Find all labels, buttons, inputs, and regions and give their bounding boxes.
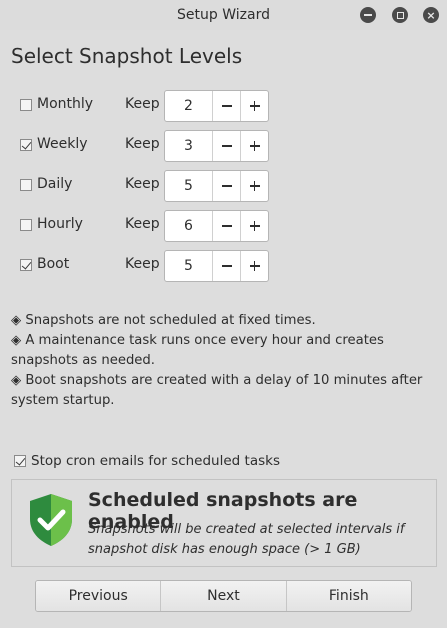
schedule-info: ◈ Snapshots are not scheduled at fixed t… (11, 311, 431, 411)
level-row-hourly: Hourly Keep 6 (20, 210, 280, 242)
keep-label: Keep (125, 136, 160, 152)
previous-button[interactable]: Previous (36, 581, 161, 611)
level-row-boot: Boot Keep 5 (20, 250, 280, 282)
keep-label: Keep (125, 176, 160, 192)
boot-keep-input[interactable]: 5 (165, 251, 212, 281)
boot-increment-button[interactable] (240, 251, 268, 281)
hourly-keep-input[interactable]: 6 (165, 211, 212, 241)
minus-icon (221, 265, 232, 267)
boot-decrement-button[interactable] (212, 251, 240, 281)
boot-label[interactable]: Boot (37, 256, 69, 272)
page-title: Select Snapshot Levels (11, 44, 243, 68)
level-row-daily: Daily Keep 5 (20, 170, 280, 202)
monthly-increment-button[interactable] (240, 91, 268, 121)
close-button[interactable]: × (423, 7, 439, 23)
stop-cron-emails-label[interactable]: Stop cron emails for scheduled tasks (31, 453, 280, 469)
info-line: ◈ Snapshots are not scheduled at fixed t… (11, 313, 316, 328)
weekly-decrement-button[interactable] (212, 131, 240, 161)
daily-keep-input[interactable]: 5 (165, 171, 212, 201)
shield-check-icon (30, 494, 72, 546)
monthly-decrement-button[interactable] (212, 91, 240, 121)
finish-button[interactable]: Finish (285, 581, 411, 611)
maximize-icon (396, 11, 404, 19)
plus-icon (249, 181, 260, 191)
window-title: Setup Wizard (177, 7, 270, 23)
weekly-label[interactable]: Weekly (37, 136, 88, 152)
minus-icon (221, 185, 232, 187)
info-line: ◈ Boot snapshots are created with a dela… (11, 373, 423, 408)
plus-icon (249, 101, 260, 111)
monthly-keep-spinner: 2 (164, 90, 269, 122)
minus-icon (221, 145, 232, 147)
hourly-checkbox[interactable] (20, 219, 32, 231)
cron-option: Stop cron emails for scheduled tasks (14, 452, 434, 472)
wizard-navigation: Previous Next Finish (35, 580, 412, 612)
minus-icon (221, 105, 232, 107)
level-row-weekly: Weekly Keep 3 (20, 130, 280, 162)
daily-decrement-button[interactable] (212, 171, 240, 201)
next-button[interactable]: Next (160, 581, 286, 611)
daily-label[interactable]: Daily (37, 176, 72, 192)
keep-label: Keep (125, 96, 160, 112)
minimize-button[interactable] (360, 7, 376, 23)
plus-icon (249, 221, 260, 231)
boot-keep-spinner: 5 (164, 250, 269, 282)
keep-label: Keep (125, 256, 160, 272)
plus-icon (249, 261, 260, 271)
hourly-decrement-button[interactable] (212, 211, 240, 241)
stop-cron-emails-checkbox[interactable] (14, 455, 26, 467)
daily-increment-button[interactable] (240, 171, 268, 201)
info-line: ◈ A maintenance task runs once every hou… (11, 333, 384, 368)
weekly-keep-input[interactable]: 3 (165, 131, 212, 161)
boot-checkbox[interactable] (20, 259, 32, 271)
status-description: Snapshots will be created at selected in… (88, 522, 405, 557)
title-bar: Setup Wizard × (0, 0, 447, 30)
level-row-monthly: Monthly Keep 2 (20, 90, 280, 122)
close-icon: × (426, 8, 436, 22)
hourly-increment-button[interactable] (240, 211, 268, 241)
hourly-label[interactable]: Hourly (37, 216, 83, 232)
status-panel: Scheduled snapshots are enabled Snapshot… (11, 479, 437, 567)
monthly-keep-input[interactable]: 2 (165, 91, 212, 121)
weekly-keep-spinner: 3 (164, 130, 269, 162)
plus-icon (249, 141, 260, 151)
maximize-button[interactable] (392, 7, 408, 23)
minimize-icon (364, 14, 372, 16)
daily-keep-spinner: 5 (164, 170, 269, 202)
weekly-checkbox[interactable] (20, 139, 32, 151)
daily-checkbox[interactable] (20, 179, 32, 191)
monthly-label[interactable]: Monthly (37, 96, 93, 112)
minus-icon (221, 225, 232, 227)
keep-label: Keep (125, 216, 160, 232)
hourly-keep-spinner: 6 (164, 210, 269, 242)
weekly-increment-button[interactable] (240, 131, 268, 161)
monthly-checkbox[interactable] (20, 99, 32, 111)
